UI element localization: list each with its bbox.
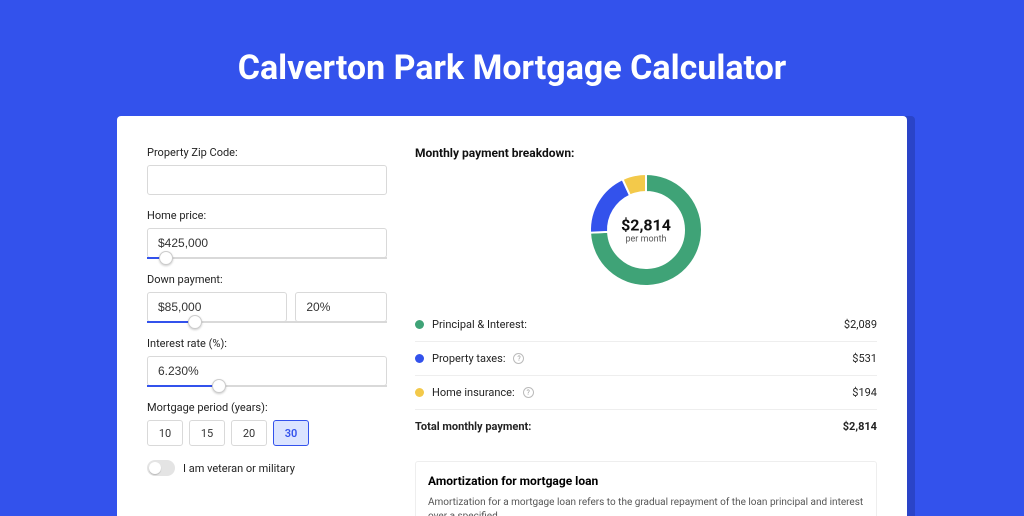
donut-sub: per month — [621, 235, 671, 245]
down-payment-label: Down payment: — [147, 273, 387, 286]
interest-field: Interest rate (%): — [147, 337, 387, 387]
breakdown-column: Monthly payment breakdown: $2,814 per mo… — [415, 146, 877, 516]
legend-dot-icon — [415, 320, 424, 329]
legend-row: Principal & Interest: $2,089 — [415, 308, 877, 342]
info-icon[interactable]: ? — [523, 387, 534, 398]
period-btn-20[interactable]: 20 — [231, 420, 267, 446]
interest-slider[interactable] — [147, 385, 387, 387]
donut-chart-wrap: $2,814 per month — [415, 170, 877, 290]
home-price-slider[interactable] — [147, 257, 387, 259]
legend-value: $194 — [852, 386, 877, 399]
veteran-row: I am veteran or military — [147, 460, 387, 476]
period-field: Mortgage period (years): 10152030 — [147, 401, 387, 446]
period-btn-15[interactable]: 15 — [189, 420, 225, 446]
down-payment-slider-thumb[interactable] — [188, 315, 202, 329]
veteran-label: I am veteran or military — [183, 462, 295, 475]
home-price-input[interactable] — [147, 228, 387, 258]
amortization-title: Amortization for mortgage loan — [428, 474, 864, 488]
total-row: Total monthly payment: $2,814 — [415, 410, 877, 443]
legend-label: Property taxes: — [432, 352, 505, 365]
donut-chart: $2,814 per month — [586, 170, 706, 290]
interest-slider-thumb[interactable] — [212, 379, 226, 393]
donut-amount: $2,814 — [621, 216, 671, 235]
page-title: Calverton Park Mortgage Calculator — [0, 48, 1024, 88]
legend-list: Principal & Interest: $2,089 Property taxe… — [415, 308, 877, 410]
zip-input[interactable] — [147, 165, 387, 195]
interest-input[interactable] — [147, 356, 387, 386]
interest-label: Interest rate (%): — [147, 337, 387, 350]
period-label: Mortgage period (years): — [147, 401, 387, 414]
amortization-text: Amortization for a mortgage loan refers … — [428, 496, 864, 516]
info-icon[interactable]: ? — [513, 353, 524, 364]
zip-label: Property Zip Code: — [147, 146, 387, 159]
legend-row: Home insurance:? $194 — [415, 376, 877, 410]
total-value: $2,814 — [843, 420, 877, 433]
down-payment-field: Down payment: — [147, 273, 387, 323]
legend-dot-icon — [415, 354, 424, 363]
home-price-label: Home price: — [147, 209, 387, 222]
period-btn-10[interactable]: 10 — [147, 420, 183, 446]
amortization-card: Amortization for mortgage loan Amortizat… — [415, 461, 877, 516]
breakdown-title: Monthly payment breakdown: — [415, 146, 877, 160]
page-root: Calverton Park Mortgage Calculator Prope… — [0, 0, 1024, 512]
legend-value: $531 — [852, 352, 877, 365]
home-price-field: Home price: — [147, 209, 387, 259]
home-price-slider-thumb[interactable] — [159, 251, 173, 265]
zip-field: Property Zip Code: — [147, 146, 387, 195]
donut-center: $2,814 per month — [621, 216, 671, 245]
veteran-toggle[interactable] — [147, 460, 175, 476]
down-payment-input[interactable] — [147, 292, 287, 322]
down-payment-pct-input[interactable] — [295, 292, 387, 322]
form-column: Property Zip Code: Home price: Down paym… — [147, 146, 387, 516]
total-label: Total monthly payment: — [415, 420, 531, 433]
calculator-card: Property Zip Code: Home price: Down paym… — [117, 116, 907, 516]
period-btn-30[interactable]: 30 — [273, 420, 309, 446]
legend-label: Home insurance: — [432, 386, 515, 399]
legend-label: Principal & Interest: — [432, 318, 527, 331]
legend-dot-icon — [415, 388, 424, 397]
legend-row: Property taxes:? $531 — [415, 342, 877, 376]
down-payment-slider[interactable] — [147, 321, 387, 323]
legend-value: $2,089 — [844, 318, 877, 331]
